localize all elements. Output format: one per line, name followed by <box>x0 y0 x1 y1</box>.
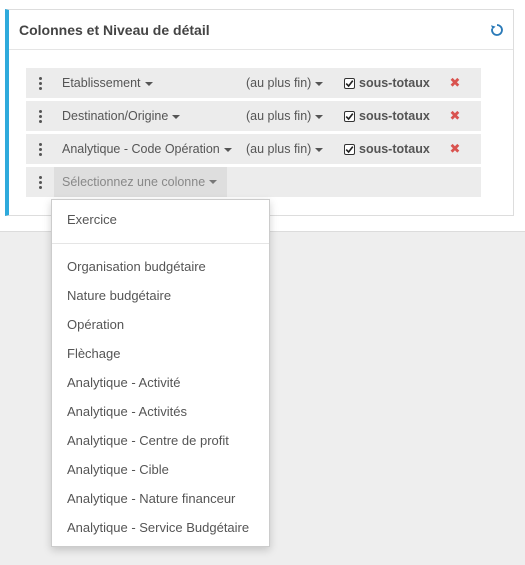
dropdown-item[interactable]: Opération <box>52 311 269 338</box>
checkbox-checked-icon <box>344 110 355 122</box>
select-column-placeholder: Sélectionnez une colonne <box>62 175 206 189</box>
dropdown-item[interactable]: Analytique - Activité <box>52 369 269 396</box>
level-select-label: (au plus fin) <box>246 109 312 123</box>
subtotals-checkbox[interactable]: sous-totaux <box>344 76 448 90</box>
chevron-down-icon <box>315 81 324 86</box>
column-select-label: Analytique - Code Opération <box>62 142 220 156</box>
column-select[interactable]: Analytique - Code Opération <box>54 142 246 156</box>
remove-icon[interactable]: ✖ <box>448 108 462 124</box>
level-select-label: (au plus fin) <box>246 142 312 156</box>
select-column-dropdown[interactable]: Sélectionnez une colonne <box>54 167 228 197</box>
column-dropdown-menu: Exercice Organisation budgétaire Nature … <box>51 199 270 547</box>
drag-handle-icon[interactable] <box>26 68 54 98</box>
level-select-label: (au plus fin) <box>246 76 312 90</box>
checkbox-checked-icon <box>344 143 355 155</box>
subtotals-label: sous-totaux <box>359 76 430 90</box>
dropdown-item[interactable]: Flèchage <box>52 340 269 367</box>
dropdown-item[interactable]: Nature budgétaire <box>52 282 269 309</box>
column-select-label: Destination/Origine <box>62 109 169 123</box>
drag-handle-icon[interactable] <box>26 101 54 131</box>
dropdown-item[interactable]: Analytique - Service Budgétaire <box>52 514 269 541</box>
remove-icon[interactable]: ✖ <box>448 75 462 91</box>
dropdown-item[interactable]: Analytique - Activités <box>52 398 269 425</box>
chevron-down-icon <box>172 114 181 119</box>
level-select[interactable]: (au plus fin) <box>246 76 344 90</box>
level-select[interactable]: (au plus fin) <box>246 109 344 123</box>
column-select[interactable]: Destination/Origine <box>54 109 246 123</box>
level-select[interactable]: (au plus fin) <box>246 142 344 156</box>
dropdown-item-exercice[interactable]: Exercice <box>52 206 269 233</box>
checkbox-checked-icon <box>344 77 355 89</box>
column-row: Etablissement (au plus fin) sous-totaux … <box>26 68 481 98</box>
drag-handle-icon[interactable] <box>26 167 54 197</box>
new-column-row: Sélectionnez une colonne <box>26 167 481 197</box>
column-select-label: Etablissement <box>62 76 141 90</box>
dropdown-item[interactable]: Analytique - Centre de profit <box>52 427 269 454</box>
panel-title: Colonnes et Niveau de détail <box>19 21 210 38</box>
column-row: Destination/Origine (au plus fin) sous-t… <box>26 101 481 131</box>
chevron-down-icon <box>209 180 218 184</box>
chevron-down-icon <box>223 147 232 152</box>
dropdown-divider <box>52 243 269 244</box>
subtotals-checkbox[interactable]: sous-totaux <box>344 142 448 156</box>
column-row: Analytique - Code Opération (au plus fin… <box>26 134 481 164</box>
panel-header: Colonnes et Niveau de détail <box>9 10 513 50</box>
chevron-down-icon <box>315 147 324 152</box>
subtotals-checkbox[interactable]: sous-totaux <box>344 109 448 123</box>
dropdown-item[interactable]: Analytique - Nature financeur <box>52 485 269 512</box>
refresh-icon[interactable] <box>489 22 505 38</box>
drag-handle-icon[interactable] <box>26 134 54 164</box>
dropdown-item[interactable]: Organisation budgétaire <box>52 253 269 280</box>
dropdown-item[interactable]: Analytique - Cible <box>52 456 269 483</box>
columns-panel: Colonnes et Niveau de détail Etablisseme… <box>5 9 514 216</box>
remove-icon[interactable]: ✖ <box>448 141 462 157</box>
chevron-down-icon <box>315 114 324 119</box>
subtotals-label: sous-totaux <box>359 109 430 123</box>
column-select[interactable]: Etablissement <box>54 76 246 90</box>
subtotals-label: sous-totaux <box>359 142 430 156</box>
chevron-down-icon <box>144 81 153 86</box>
